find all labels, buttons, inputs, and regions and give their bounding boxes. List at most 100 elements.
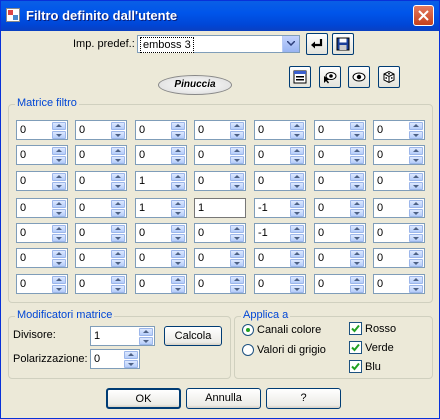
spin-down-button[interactable] (290, 234, 304, 242)
spin-down-button[interactable] (409, 259, 423, 267)
spin-up-button[interactable] (52, 250, 66, 258)
matrix-cell[interactable]: -1 (254, 223, 306, 243)
spin-up-button[interactable] (290, 225, 304, 233)
spin-down-button[interactable] (171, 259, 185, 267)
spin-down-button[interactable] (52, 285, 66, 293)
matrix-cell[interactable]: 0 (373, 120, 425, 140)
spin-up-button[interactable] (171, 173, 185, 181)
spin-down-button[interactable] (52, 209, 66, 217)
grayscale-radio[interactable] (242, 344, 254, 356)
spin-up-button[interactable] (52, 200, 66, 208)
spin-down-button[interactable] (290, 209, 304, 217)
matrix-cell[interactable]: 0 (16, 145, 68, 165)
matrix-cell[interactable]: 0 (75, 274, 127, 294)
spin-up-button[interactable] (409, 122, 423, 130)
matrix-cell[interactable]: 0 (373, 145, 425, 165)
spin-down-button[interactable] (350, 259, 364, 267)
spin-up-button[interactable] (350, 276, 364, 284)
eye-button[interactable] (348, 66, 370, 88)
spin-up-button[interactable] (52, 225, 66, 233)
spin-down-button[interactable] (230, 131, 244, 139)
spin-up-button[interactable] (230, 122, 244, 130)
matrix-cell[interactable]: 0 (75, 171, 127, 191)
spin-up-button[interactable] (171, 200, 185, 208)
spin-up-button[interactable] (111, 200, 125, 208)
spin-down-button[interactable] (171, 182, 185, 190)
matrix-cell[interactable]: 0 (373, 171, 425, 191)
spin-up-button[interactable] (171, 276, 185, 284)
spin-down-button[interactable] (350, 182, 364, 190)
bias-up-button[interactable] (124, 351, 138, 359)
spin-up-button[interactable] (111, 147, 125, 155)
matrix-cell[interactable]: 0 (314, 198, 366, 218)
spin-down-button[interactable] (350, 209, 364, 217)
title-bar[interactable]: Filtro definito dall'utente (1, 1, 439, 31)
matrix-cell[interactable]: 0 (314, 145, 366, 165)
spin-down-button[interactable] (111, 182, 125, 190)
spin-up-button[interactable] (409, 147, 423, 155)
spin-down-button[interactable] (52, 234, 66, 242)
divisor-up-button[interactable] (139, 328, 153, 336)
spin-down-button[interactable] (350, 234, 364, 242)
matrix-cell[interactable]: 0 (75, 120, 127, 140)
ok-button[interactable]: OK (106, 388, 181, 409)
spin-down-button[interactable] (290, 259, 304, 267)
matrix-cell[interactable]: 0 (16, 171, 68, 191)
spin-up-button[interactable] (52, 173, 66, 181)
spin-down-button[interactable] (171, 156, 185, 164)
help-button[interactable]: ? (266, 388, 341, 409)
matrix-cell[interactable]: 0 (16, 223, 68, 243)
matrix-cell[interactable]: 0 (16, 120, 68, 140)
spin-up-button[interactable] (230, 147, 244, 155)
spin-up-button[interactable] (111, 276, 125, 284)
spin-down-button[interactable] (230, 285, 244, 293)
preset-select[interactable]: emboss 3 (137, 35, 300, 53)
spin-down-button[interactable] (111, 156, 125, 164)
spin-up-button[interactable] (409, 200, 423, 208)
spin-up-button[interactable] (290, 200, 304, 208)
matrix-cell[interactable]: 1 (135, 171, 187, 191)
matrix-cell[interactable]: -1 (254, 198, 306, 218)
matrix-cell[interactable]: 1 (135, 198, 187, 218)
spin-up-button[interactable] (230, 250, 244, 258)
matrix-cell[interactable]: 0 (194, 120, 246, 140)
spin-up-button[interactable] (111, 250, 125, 258)
spin-up-button[interactable] (290, 147, 304, 155)
spin-up-button[interactable] (52, 122, 66, 130)
matrix-cell[interactable]: 0 (75, 145, 127, 165)
matrix-cell[interactable]: 0 (135, 120, 187, 140)
calculate-button[interactable]: Calcola (164, 326, 222, 346)
spin-up-button[interactable] (290, 276, 304, 284)
spin-down-button[interactable] (111, 131, 125, 139)
matrix-cell[interactable]: 0 (254, 274, 306, 294)
spin-down-button[interactable] (290, 131, 304, 139)
preview-toggle-button[interactable] (289, 66, 311, 88)
matrix-cell[interactable]: 0 (135, 223, 187, 243)
spin-up-button[interactable] (350, 122, 364, 130)
spin-up-button[interactable] (409, 225, 423, 233)
spin-down-button[interactable] (350, 285, 364, 293)
matrix-cell[interactable]: 0 (135, 248, 187, 268)
save-preset-button[interactable] (332, 33, 354, 55)
spin-down-button[interactable] (171, 131, 185, 139)
spin-up-button[interactable] (290, 173, 304, 181)
matrix-cell[interactable]: 0 (373, 223, 425, 243)
spin-down-button[interactable] (350, 131, 364, 139)
spin-down-button[interactable] (409, 131, 423, 139)
spin-down-button[interactable] (230, 156, 244, 164)
spin-down-button[interactable] (290, 285, 304, 293)
matrix-cell[interactable]: 0 (194, 248, 246, 268)
spin-up-button[interactable] (290, 122, 304, 130)
spin-down-button[interactable] (171, 285, 185, 293)
blue-checkbox[interactable] (349, 360, 362, 373)
spin-up-button[interactable] (409, 250, 423, 258)
green-checkbox[interactable] (349, 341, 362, 354)
matrix-cell[interactable]: 1 (194, 198, 246, 218)
matrix-cell[interactable]: 0 (373, 274, 425, 294)
spin-up-button[interactable] (409, 173, 423, 181)
spin-up-button[interactable] (350, 225, 364, 233)
matrix-cell[interactable]: 0 (135, 145, 187, 165)
spin-up-button[interactable] (290, 250, 304, 258)
spin-down-button[interactable] (409, 285, 423, 293)
matrix-cell[interactable]: 0 (194, 145, 246, 165)
